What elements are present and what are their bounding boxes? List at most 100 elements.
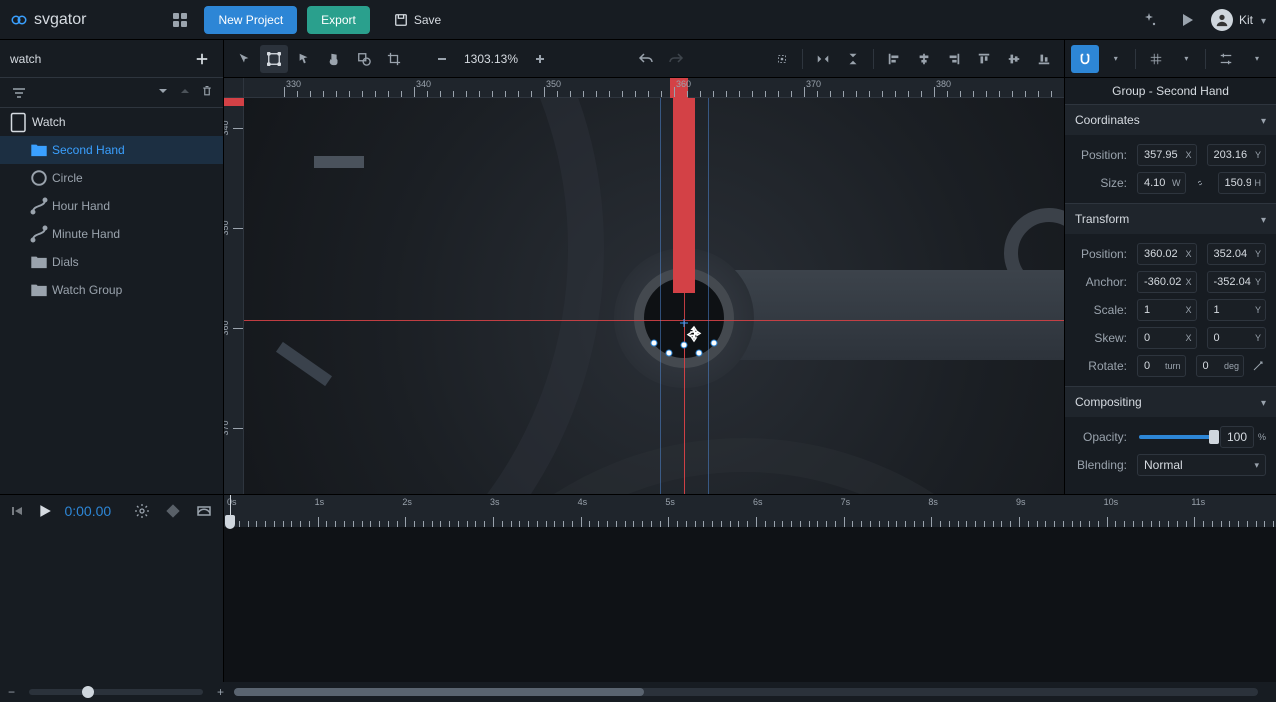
pan-tool[interactable] [320,45,348,73]
layer-label: Second Hand [52,143,125,157]
node-tool[interactable] [290,45,318,73]
timeline-tracks[interactable] [224,527,1276,682]
keyframe-view-icon[interactable] [162,497,183,525]
undo-button[interactable] [632,45,660,73]
align-bottom-icon[interactable] [1030,45,1058,73]
snap-toggle[interactable] [1071,45,1099,73]
inspector-toolbar: ▾ ▾ ▾ [1065,40,1276,78]
layer-item[interactable]: Circle [0,164,223,192]
layers-panel: Watch Second Hand Circle Hour HandMinute H… [0,40,224,494]
tf-skew-x[interactable] [1142,331,1183,345]
redo-button[interactable] [662,45,690,73]
link-size-icon[interactable] [1192,178,1208,188]
coord-size-w[interactable] [1142,176,1170,190]
go-start-button[interactable] [8,499,26,523]
layer-filter-icon[interactable] [10,84,28,102]
zoom-value[interactable]: 1303.13% [458,52,524,66]
crop-tool[interactable] [380,45,408,73]
layer-root[interactable]: Watch [0,108,223,136]
tf-scale-y[interactable] [1212,303,1253,317]
user-name: Kit [1239,13,1253,27]
layer-item[interactable]: Minute Hand [0,220,223,248]
save-button[interactable]: Save [380,6,455,34]
tf-rotate-turn[interactable] [1142,359,1163,373]
section-transform-header[interactable]: Transform [1065,204,1276,234]
section-compositing-header[interactable]: Compositing [1065,387,1276,417]
guides-options-icon[interactable]: ▾ [1242,45,1270,73]
align-center-h-icon[interactable] [910,45,938,73]
coord-pos-y[interactable] [1212,148,1253,162]
guides-toggle-icon[interactable] [1212,45,1240,73]
grid-options-icon[interactable]: ▾ [1171,45,1199,73]
tf-pos-y[interactable] [1212,247,1253,261]
graph-view-icon[interactable] [194,497,215,525]
zoom-in-button[interactable] [526,45,554,73]
section-coordinates-header[interactable]: Coordinates [1065,105,1276,135]
app-logo[interactable]: svgator [10,11,86,29]
timeline-zoom-out[interactable]: − [8,685,15,699]
opacity-slider[interactable] [1139,435,1214,439]
timeline-ruler[interactable]: 0s1s2s3s4s5s6s7s8s9s10s11s [224,495,1276,527]
layer-label: Watch [32,115,66,129]
flip-horizontal-icon[interactable] [809,45,837,73]
viewport[interactable] [244,98,1064,494]
timeline-zoom-in[interactable]: + [217,685,224,699]
tf-skew-y[interactable] [1212,331,1253,345]
layer-item[interactable]: Hour Hand [0,192,223,220]
zoom-out-button[interactable] [428,45,456,73]
timeline-zoom-slider[interactable] [29,689,203,695]
move-up-icon[interactable] [179,85,191,100]
ruler-horizontal[interactable]: 330340350360370380 [244,78,1064,98]
timecode[interactable]: 0:00.00 [64,503,111,519]
center-origin-icon[interactable] [768,45,796,73]
tf-scale-x[interactable] [1142,303,1183,317]
canvas[interactable]: 330340350360370380 340350360370380 [224,78,1064,494]
canvas-toolbar: 1303.13% [224,40,1064,78]
playhead[interactable] [230,495,231,527]
snap-options-icon[interactable]: ▾ [1101,45,1129,73]
timeline-scrollbar[interactable] [234,688,1258,696]
tf-anchor-y[interactable] [1212,275,1253,289]
tf-anchor-x[interactable] [1142,275,1183,289]
select-tool[interactable] [230,45,258,73]
play-button[interactable] [36,499,54,523]
align-center-v-icon[interactable] [1000,45,1028,73]
layers-tree: Watch Second Hand Circle Hour HandMinute H… [0,108,223,304]
layer-item[interactable]: Second Hand [0,136,223,164]
sparkle-icon[interactable] [1135,6,1163,34]
inspector-panel: ▾ ▾ ▾ Group - Second Hand Coordinates Po… [1064,40,1276,494]
transform-tool[interactable] [260,45,288,73]
grid-toggle-icon[interactable] [1142,45,1170,73]
new-project-button[interactable]: New Project [204,6,297,34]
flip-vertical-icon[interactable] [839,45,867,73]
tf-rotate-deg[interactable] [1201,359,1222,373]
layer-search-input[interactable] [8,51,189,67]
export-button[interactable]: Export [307,6,370,34]
layer-label: Watch Group [52,283,122,297]
coord-pos-x[interactable] [1142,148,1183,162]
tf-pos-x[interactable] [1142,247,1183,261]
user-menu[interactable]: Kit [1211,9,1266,31]
path-icon [30,225,48,243]
opacity-value[interactable] [1221,429,1253,445]
shape-tool[interactable] [350,45,378,73]
rotate-mode-icon[interactable] [1250,360,1266,372]
timeline-settings-icon[interactable] [131,497,152,525]
add-element-button[interactable] [189,46,215,72]
align-right-icon[interactable] [940,45,968,73]
align-top-icon[interactable] [970,45,998,73]
layer-label: Circle [52,171,83,185]
coord-size-h[interactable] [1223,176,1253,190]
collapse-all-icon[interactable] [157,85,169,100]
blending-select[interactable]: Normal ▾ [1137,454,1266,476]
delete-layer-icon[interactable] [201,85,213,100]
layer-item[interactable]: Watch Group [0,276,223,304]
avatar [1211,9,1233,31]
app-name: svgator [34,11,86,29]
preview-play-icon[interactable] [1173,6,1201,34]
ruler-vertical[interactable]: 340350360370380 [224,98,244,494]
layer-item[interactable]: Dials [0,248,223,276]
align-left-icon[interactable] [880,45,908,73]
dashboard-icon[interactable] [166,6,194,34]
document-icon [10,112,28,133]
